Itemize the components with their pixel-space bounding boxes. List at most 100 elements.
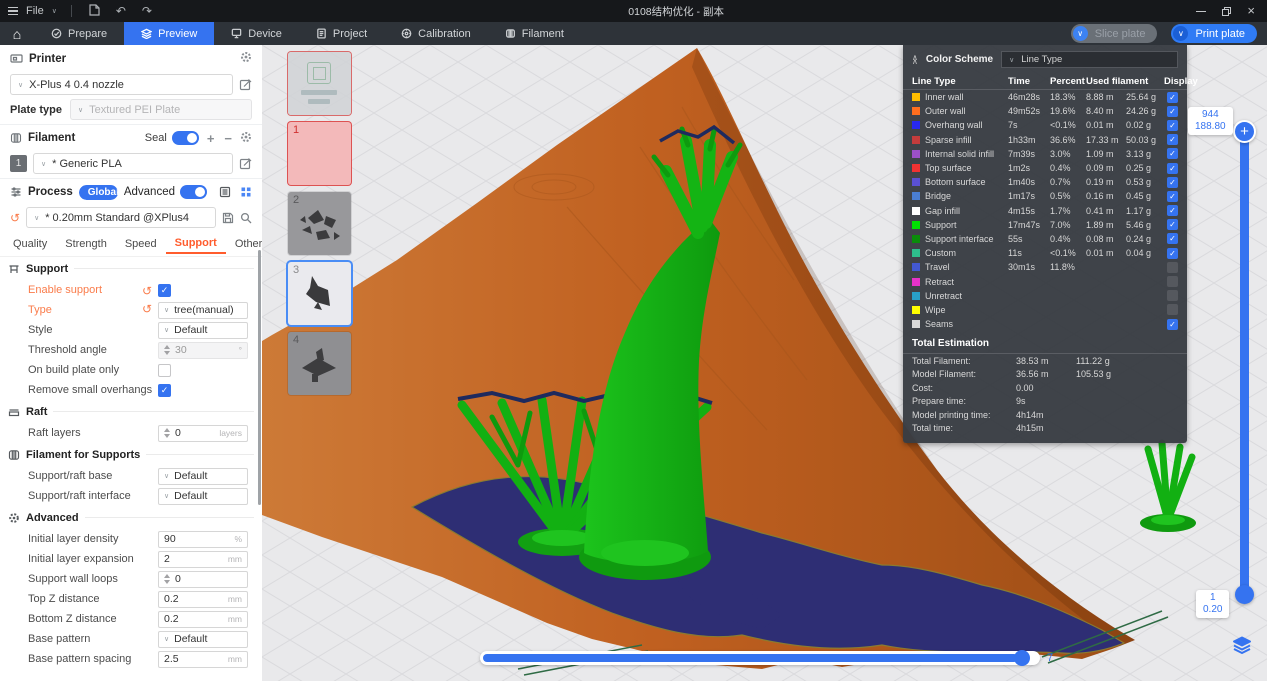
display-checkbox[interactable] bbox=[1167, 262, 1178, 273]
spinner-arrows-icon[interactable] bbox=[164, 574, 170, 584]
plate-thumbnail-1[interactable]: 1 bbox=[288, 122, 351, 185]
setting-spin[interactable]: 0 bbox=[158, 571, 248, 588]
process-tab-speed[interactable]: Speed bbox=[116, 235, 166, 253]
spinner-arrows-icon[interactable] bbox=[164, 428, 170, 438]
slice-plate-button[interactable]: ∨ Slice plate bbox=[1071, 24, 1158, 43]
restore-button[interactable] bbox=[1222, 7, 1231, 16]
undo-icon[interactable]: ↶ bbox=[112, 4, 130, 18]
setting-input[interactable]: 2.5mm bbox=[158, 651, 248, 668]
setting-spin[interactable]: 0layers bbox=[158, 425, 248, 442]
layer-slider-bottom-handle[interactable] bbox=[1235, 585, 1254, 604]
seal-toggle[interactable] bbox=[172, 131, 199, 145]
slice-options-chevron-icon[interactable]: ∨ bbox=[1073, 26, 1088, 41]
tab-prepare[interactable]: Prepare bbox=[34, 22, 124, 45]
setting-select[interactable]: ∨Default bbox=[158, 631, 248, 648]
tab-calibration[interactable]: Calibration bbox=[384, 22, 488, 45]
setting-input[interactable]: 2mm bbox=[158, 551, 248, 568]
print-options-chevron-icon[interactable]: ∨ bbox=[1173, 26, 1188, 41]
redo-icon[interactable]: ↷ bbox=[138, 4, 156, 18]
sidebar-scrollbar[interactable] bbox=[258, 250, 261, 505]
display-checkbox[interactable]: ✓ bbox=[1167, 134, 1178, 145]
display-checkbox[interactable]: ✓ bbox=[1167, 120, 1178, 131]
filament-settings-gear-icon[interactable] bbox=[240, 131, 252, 146]
setting-checkbox[interactable]: ✓ bbox=[158, 284, 171, 297]
spin-up-icon[interactable] bbox=[164, 428, 170, 432]
display-checkbox[interactable]: ✓ bbox=[1167, 163, 1178, 174]
menu-icon[interactable] bbox=[8, 7, 18, 16]
plate-thumbnail-4[interactable]: 4 bbox=[288, 332, 351, 395]
printer-preset-select[interactable]: ∨ X-Plus 4 0.4 nozzle bbox=[10, 74, 233, 95]
setting-checkbox[interactable] bbox=[158, 364, 171, 377]
process-preset-select[interactable]: ∨ * 0.20mm Standard @XPlus4 bbox=[26, 207, 216, 228]
close-button[interactable]: × bbox=[1247, 6, 1255, 16]
tab-preview[interactable]: Preview bbox=[124, 22, 214, 45]
setting-input[interactable]: 0.2mm bbox=[158, 591, 248, 608]
minimize-button[interactable] bbox=[1196, 11, 1206, 12]
color-scheme-select[interactable]: ∨ Line Type bbox=[1001, 51, 1178, 68]
parameter-list-icon[interactable] bbox=[219, 186, 231, 198]
spin-up-icon[interactable] bbox=[164, 345, 170, 349]
setting-spin[interactable]: 30° bbox=[158, 342, 248, 359]
plate-type-select[interactable]: ∨ Textured PEI Plate bbox=[70, 99, 252, 120]
parameter-grid-icon[interactable] bbox=[240, 186, 252, 198]
process-scope-global[interactable]: Global bbox=[79, 185, 118, 200]
advanced-toggle[interactable] bbox=[180, 185, 207, 199]
remove-filament-icon[interactable]: − bbox=[222, 131, 234, 146]
save-file-icon[interactable] bbox=[86, 4, 104, 19]
move-slider[interactable]: 7 bbox=[480, 651, 1040, 665]
tab-project[interactable]: Project bbox=[299, 22, 384, 45]
file-menu-chevron-icon[interactable]: ∨ bbox=[52, 7, 57, 15]
display-checkbox[interactable]: ✓ bbox=[1167, 106, 1178, 117]
add-filament-icon[interactable]: + bbox=[205, 131, 217, 146]
layers-icon[interactable] bbox=[1232, 636, 1252, 660]
setting-checkbox[interactable]: ✓ bbox=[158, 384, 171, 397]
filament-slot-badge[interactable]: 1 bbox=[10, 155, 27, 172]
display-checkbox[interactable] bbox=[1167, 276, 1178, 287]
display-checkbox[interactable]: ✓ bbox=[1167, 148, 1178, 159]
edit-filament-icon[interactable] bbox=[239, 157, 252, 170]
plate-thumbnail-2[interactable]: 2 bbox=[288, 192, 351, 255]
setting-input[interactable]: 0.2mm bbox=[158, 611, 248, 628]
display-checkbox[interactable]: ✓ bbox=[1167, 219, 1178, 230]
print-plate-button[interactable]: ∨ Print plate bbox=[1171, 24, 1257, 43]
reset-process-icon[interactable]: ↺ bbox=[10, 212, 20, 224]
process-tab-strength[interactable]: Strength bbox=[56, 235, 116, 253]
plate-thumbnail-3[interactable]: 3 bbox=[288, 262, 351, 325]
move-slider-handle[interactable] bbox=[1014, 650, 1030, 666]
collapse-panel-icon[interactable]: ∧∧ bbox=[912, 56, 918, 64]
file-menu[interactable]: File bbox=[26, 5, 44, 17]
spin-down-icon[interactable] bbox=[164, 580, 170, 584]
spin-up-icon[interactable] bbox=[164, 574, 170, 578]
save-preset-icon[interactable] bbox=[222, 212, 234, 224]
process-tab-quality[interactable]: Quality bbox=[4, 235, 56, 253]
display-checkbox[interactable]: ✓ bbox=[1167, 319, 1178, 330]
reset-setting-icon[interactable]: ↺ bbox=[142, 303, 152, 315]
display-checkbox[interactable] bbox=[1167, 304, 1178, 315]
layer-slider-top-handle[interactable]: + bbox=[1233, 120, 1256, 143]
setting-select[interactable]: ∨Default bbox=[158, 468, 248, 485]
edit-printer-icon[interactable] bbox=[239, 78, 252, 91]
display-checkbox[interactable]: ✓ bbox=[1167, 92, 1178, 103]
tab-filament[interactable]: Filament bbox=[488, 22, 581, 45]
process-tab-support[interactable]: Support bbox=[166, 234, 226, 254]
search-icon[interactable] bbox=[240, 212, 252, 224]
printer-settings-gear-icon[interactable] bbox=[240, 51, 252, 66]
setting-select[interactable]: ∨Default bbox=[158, 322, 248, 339]
display-checkbox[interactable]: ✓ bbox=[1167, 233, 1178, 244]
process-tab-others[interactable]: Others bbox=[226, 235, 262, 253]
reset-setting-icon[interactable]: ↺ bbox=[142, 285, 152, 297]
tab-device[interactable]: Device bbox=[214, 22, 299, 45]
setting-input[interactable]: 90% bbox=[158, 531, 248, 548]
display-checkbox[interactable] bbox=[1167, 290, 1178, 301]
viewport-3d[interactable]: 1234 ∧∧ Color Scheme ∨ Line Type Line Ty… bbox=[262, 45, 1267, 681]
layer-slider-track[interactable] bbox=[1240, 130, 1249, 600]
setting-select[interactable]: ∨Default bbox=[158, 488, 248, 505]
home-button[interactable]: ⌂ bbox=[0, 22, 34, 45]
plate-thumbnail-all[interactable] bbox=[288, 52, 351, 115]
spin-down-icon[interactable] bbox=[164, 434, 170, 438]
display-checkbox[interactable]: ✓ bbox=[1167, 248, 1178, 259]
setting-select[interactable]: ∨tree(manual) bbox=[158, 302, 248, 319]
spin-down-icon[interactable] bbox=[164, 351, 170, 355]
display-checkbox[interactable]: ✓ bbox=[1167, 177, 1178, 188]
display-checkbox[interactable]: ✓ bbox=[1167, 205, 1178, 216]
